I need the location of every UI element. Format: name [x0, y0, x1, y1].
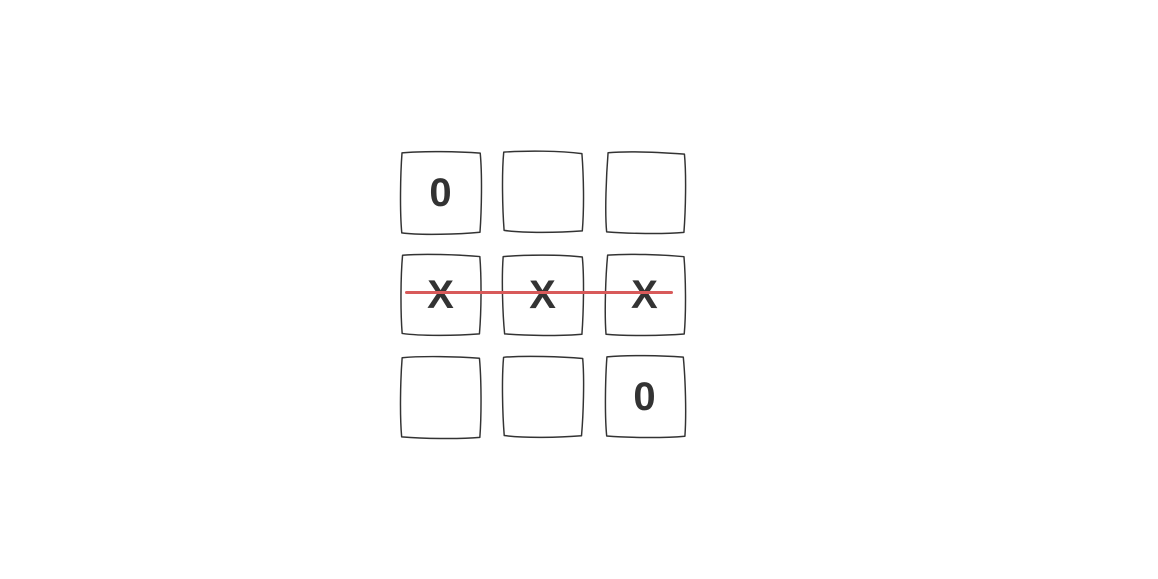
- game-stage: 0 X X: [0, 0, 1158, 579]
- cell-0-0[interactable]: 0: [395, 147, 488, 240]
- cell-1-2[interactable]: X: [599, 249, 692, 342]
- tic-tac-toe-board: 0 X X: [395, 147, 695, 447]
- cell-mark: 0: [429, 173, 453, 213]
- cell-border-icon: [600, 147, 692, 239]
- cell-2-0[interactable]: [395, 352, 487, 444]
- win-strike-line: [405, 291, 673, 294]
- cell-0-1[interactable]: [497, 146, 590, 239]
- cell-2-1[interactable]: [497, 351, 589, 443]
- cell-mark: X: [427, 275, 455, 315]
- cell-border-icon: [497, 351, 589, 443]
- cell-mark: 0: [633, 377, 657, 417]
- cell-border-icon: [395, 352, 487, 444]
- cell-2-2[interactable]: 0: [599, 351, 692, 444]
- cell-1-0[interactable]: X: [395, 249, 487, 341]
- cell-border-icon: [497, 146, 590, 239]
- cell-mark: X: [631, 275, 659, 315]
- cell-mark: X: [529, 275, 557, 315]
- cell-0-2[interactable]: [600, 147, 692, 239]
- cell-1-1[interactable]: X: [497, 249, 590, 342]
